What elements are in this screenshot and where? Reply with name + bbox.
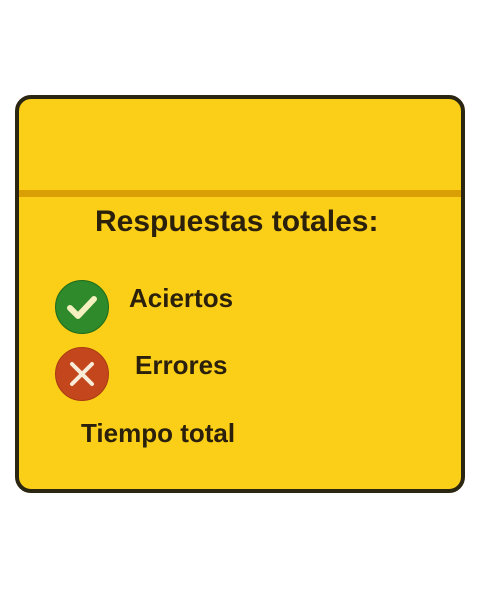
results-panel: Respuestas totales: Aciertos Errores Tie… [15, 95, 465, 493]
aciertos-label: Aciertos [129, 283, 234, 313]
divider [19, 190, 461, 197]
x-icon [55, 347, 109, 401]
check-icon [55, 280, 109, 334]
panel-title: Respuestas totales: [95, 205, 379, 238]
tiempo-total-label: Tiempo total [81, 418, 236, 448]
errores-label: Errores [135, 350, 228, 380]
